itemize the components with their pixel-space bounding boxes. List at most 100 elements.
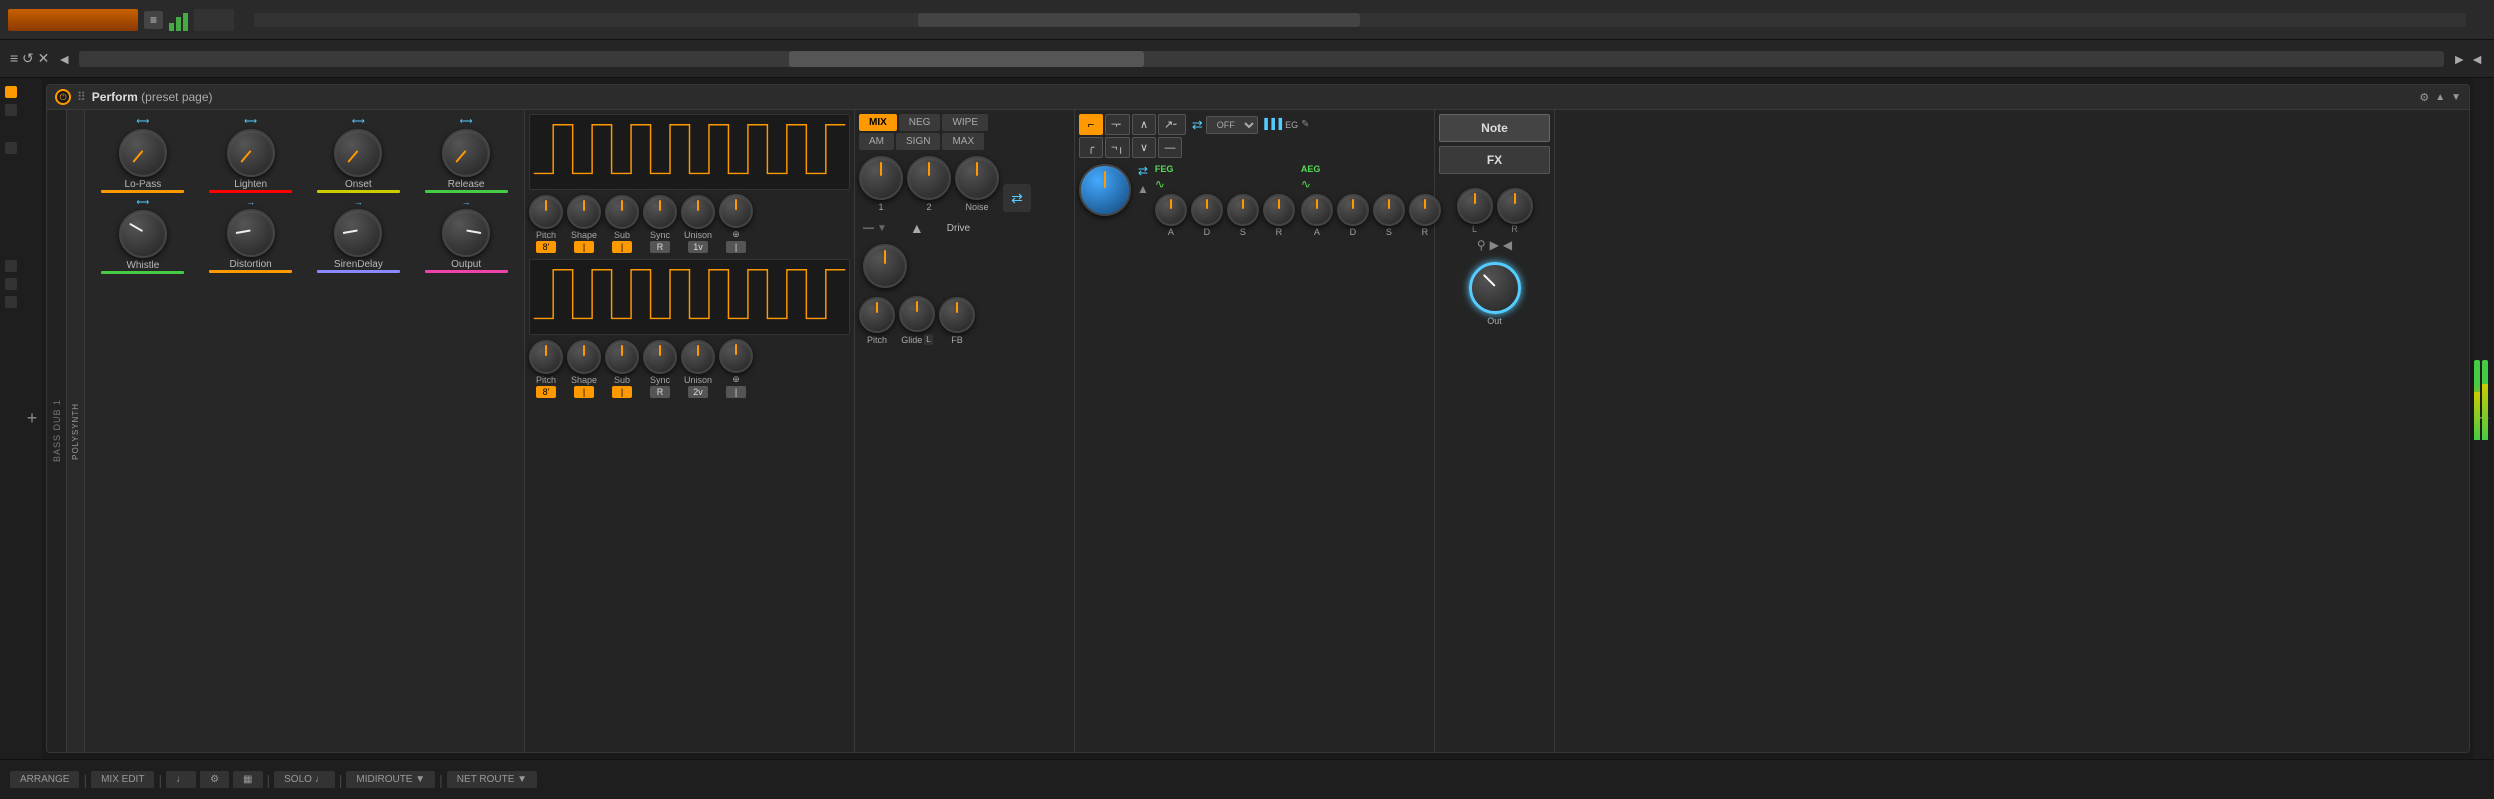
solo-btn[interactable]: SOLO ♩ bbox=[274, 771, 335, 788]
env-shape-btn-5[interactable]: ╭ bbox=[1079, 137, 1103, 158]
mix-btn-neg[interactable]: NEG bbox=[899, 114, 941, 131]
sirendelay-knob[interactable] bbox=[334, 209, 382, 257]
feg-s-knob[interactable] bbox=[1227, 194, 1259, 226]
mixer-2-knob[interactable] bbox=[907, 156, 951, 200]
onset-arrows: ⟷ bbox=[352, 116, 365, 127]
env-shape-btn-8[interactable]: — bbox=[1158, 137, 1182, 158]
whistle-knob[interactable] bbox=[119, 210, 167, 258]
settings-icon[interactable]: ⚙ bbox=[2419, 91, 2429, 104]
lighten-knob[interactable] bbox=[227, 129, 275, 177]
aeg-a-knob[interactable] bbox=[1301, 194, 1333, 226]
env-large-knob[interactable] bbox=[1079, 164, 1131, 216]
mixer-knob-2: 2 bbox=[907, 156, 951, 212]
l-knob[interactable] bbox=[1457, 188, 1493, 224]
synth-type-label: POLYSYNTH bbox=[67, 110, 85, 752]
osc1-sub-knob[interactable] bbox=[605, 195, 639, 229]
out-knob[interactable] bbox=[1469, 262, 1521, 314]
env-shape-btn-4[interactable]: ↗╴ bbox=[1158, 114, 1186, 135]
env-shape-btn-2[interactable]: ¬╴ bbox=[1105, 114, 1130, 135]
feg-d-knob[interactable] bbox=[1191, 194, 1223, 226]
scroll-track[interactable] bbox=[79, 51, 2444, 67]
midiroute-btn[interactable]: MIDIROUTE ▼ bbox=[346, 771, 435, 788]
add-left[interactable]: + bbox=[22, 78, 42, 759]
settings-btn[interactable]: ⚙ bbox=[200, 771, 229, 788]
osc2-sync-knob[interactable] bbox=[643, 340, 677, 374]
env-shape-btn-1[interactable]: ⌐ bbox=[1079, 114, 1103, 135]
env-eg-icon[interactable]: EG bbox=[1285, 120, 1298, 130]
nav-arrow-left[interactable]: ◄ bbox=[57, 51, 71, 67]
env-edit-icon[interactable]: ✎ bbox=[1301, 119, 1309, 130]
mixer-glide-knob[interactable] bbox=[899, 296, 935, 332]
note-button[interactable]: Note bbox=[1439, 114, 1550, 142]
drive-knob[interactable] bbox=[863, 244, 907, 288]
onset-knob[interactable] bbox=[334, 129, 382, 177]
aeg-a: A bbox=[1301, 194, 1333, 237]
note-btn[interactable]: ♩ bbox=[166, 771, 196, 788]
osc1-sync-knob[interactable] bbox=[643, 195, 677, 229]
distortion-knob[interactable] bbox=[227, 209, 275, 257]
osc1-pitch-knob[interactable] bbox=[529, 195, 563, 229]
lighten-label: Lighten bbox=[234, 179, 267, 190]
distortion-colorbar bbox=[209, 270, 292, 273]
aeg-d-knob[interactable] bbox=[1337, 194, 1369, 226]
menu-button[interactable]: ≡ bbox=[144, 11, 163, 29]
mixer-knob-drive bbox=[863, 244, 907, 288]
output-knob[interactable] bbox=[442, 209, 490, 257]
fx-button[interactable]: FX bbox=[1439, 146, 1550, 174]
mix-edit-btn[interactable]: MIX EDIT bbox=[91, 771, 154, 788]
power-button[interactable]: ⏻ bbox=[55, 89, 71, 105]
mixer-pitch-knob[interactable] bbox=[859, 297, 895, 333]
mixer-loop-icon[interactable]: ⇄ bbox=[1003, 184, 1031, 212]
osc2-pitch-knob[interactable] bbox=[529, 340, 563, 374]
strip-marker bbox=[5, 86, 17, 98]
whistle-label: Whistle bbox=[126, 260, 159, 271]
aeg-s-label: S bbox=[1386, 227, 1392, 237]
env-bars-icon[interactable]: ▐▐▐ bbox=[1261, 119, 1282, 130]
feg-a-knob[interactable] bbox=[1155, 194, 1187, 226]
aeg-s-knob[interactable] bbox=[1373, 194, 1405, 226]
pin-icon[interactable]: ⚲ bbox=[1477, 238, 1486, 252]
osc1-shape-knob[interactable] bbox=[567, 195, 601, 229]
arrow-down-icon[interactable]: ▼ bbox=[2451, 92, 2461, 103]
osc2-sub-knob[interactable] bbox=[605, 340, 639, 374]
osc1-phase-knob[interactable] bbox=[719, 194, 753, 228]
arrange-btn[interactable]: ARRANGE bbox=[10, 771, 79, 788]
perform-cell-output: → Output bbox=[414, 197, 518, 274]
mix-btn-mix[interactable]: MIX bbox=[859, 114, 897, 131]
grid-btn[interactable]: ▦ bbox=[233, 771, 262, 788]
arrow-up-icon[interactable]: ▲ bbox=[2435, 92, 2445, 103]
osc2-shape-knob[interactable] bbox=[567, 340, 601, 374]
env-shape-btn-3[interactable]: ∧ bbox=[1132, 114, 1156, 135]
env-shape-btn-7[interactable]: ∨ bbox=[1132, 137, 1156, 158]
perform-cell-whistle: ⟷ Whistle bbox=[91, 197, 195, 274]
osc1-phase-label: ⊕ bbox=[732, 229, 740, 240]
play-icon[interactable]: ▶ bbox=[1490, 238, 1499, 252]
env-off-select[interactable]: OFF ON bbox=[1206, 116, 1258, 134]
preset-bar[interactable] bbox=[8, 9, 138, 31]
mixer-noise-knob[interactable] bbox=[955, 156, 999, 200]
feg-r-knob[interactable] bbox=[1263, 194, 1295, 226]
osc2-phase-knob[interactable] bbox=[719, 339, 753, 373]
lopass-knob[interactable] bbox=[119, 129, 167, 177]
aeg-r-knob[interactable] bbox=[1409, 194, 1441, 226]
add-track-icon[interactable]: + bbox=[27, 408, 38, 429]
osc1-unison-knob[interactable] bbox=[681, 195, 715, 229]
env-shape-btn-6[interactable]: ¬╷ bbox=[1105, 137, 1130, 158]
nav-arrow-right[interactable]: ► ◄ bbox=[2452, 51, 2484, 67]
mix-btn-wipe[interactable]: WIPE bbox=[942, 114, 988, 131]
r-knob[interactable] bbox=[1497, 188, 1533, 224]
mix-btn-sign[interactable]: SIGN bbox=[896, 133, 940, 150]
mixer-1-knob[interactable] bbox=[859, 156, 903, 200]
mix-btn-max[interactable]: MAX bbox=[942, 133, 984, 150]
second-bar: ≡ ↺ ✕ ◄ ► ◄ bbox=[0, 40, 2494, 78]
grid-icon: ⠿ bbox=[77, 90, 86, 104]
nav-icons-left[interactable]: ≡ ↺ ✕ bbox=[10, 50, 49, 67]
netroute-btn[interactable]: NET ROUTE ▼ bbox=[447, 771, 537, 788]
mixer-fb-group: FB bbox=[939, 297, 975, 345]
osc2-unison-knob[interactable] bbox=[681, 340, 715, 374]
vol-icon[interactable]: ◀ bbox=[1503, 238, 1512, 252]
env-loop-icon[interactable]: ⇄ bbox=[1192, 117, 1203, 133]
mix-btn-am[interactable]: AM bbox=[859, 133, 894, 150]
mixer-fb-knob[interactable] bbox=[939, 297, 975, 333]
release-knob[interactable] bbox=[442, 129, 490, 177]
